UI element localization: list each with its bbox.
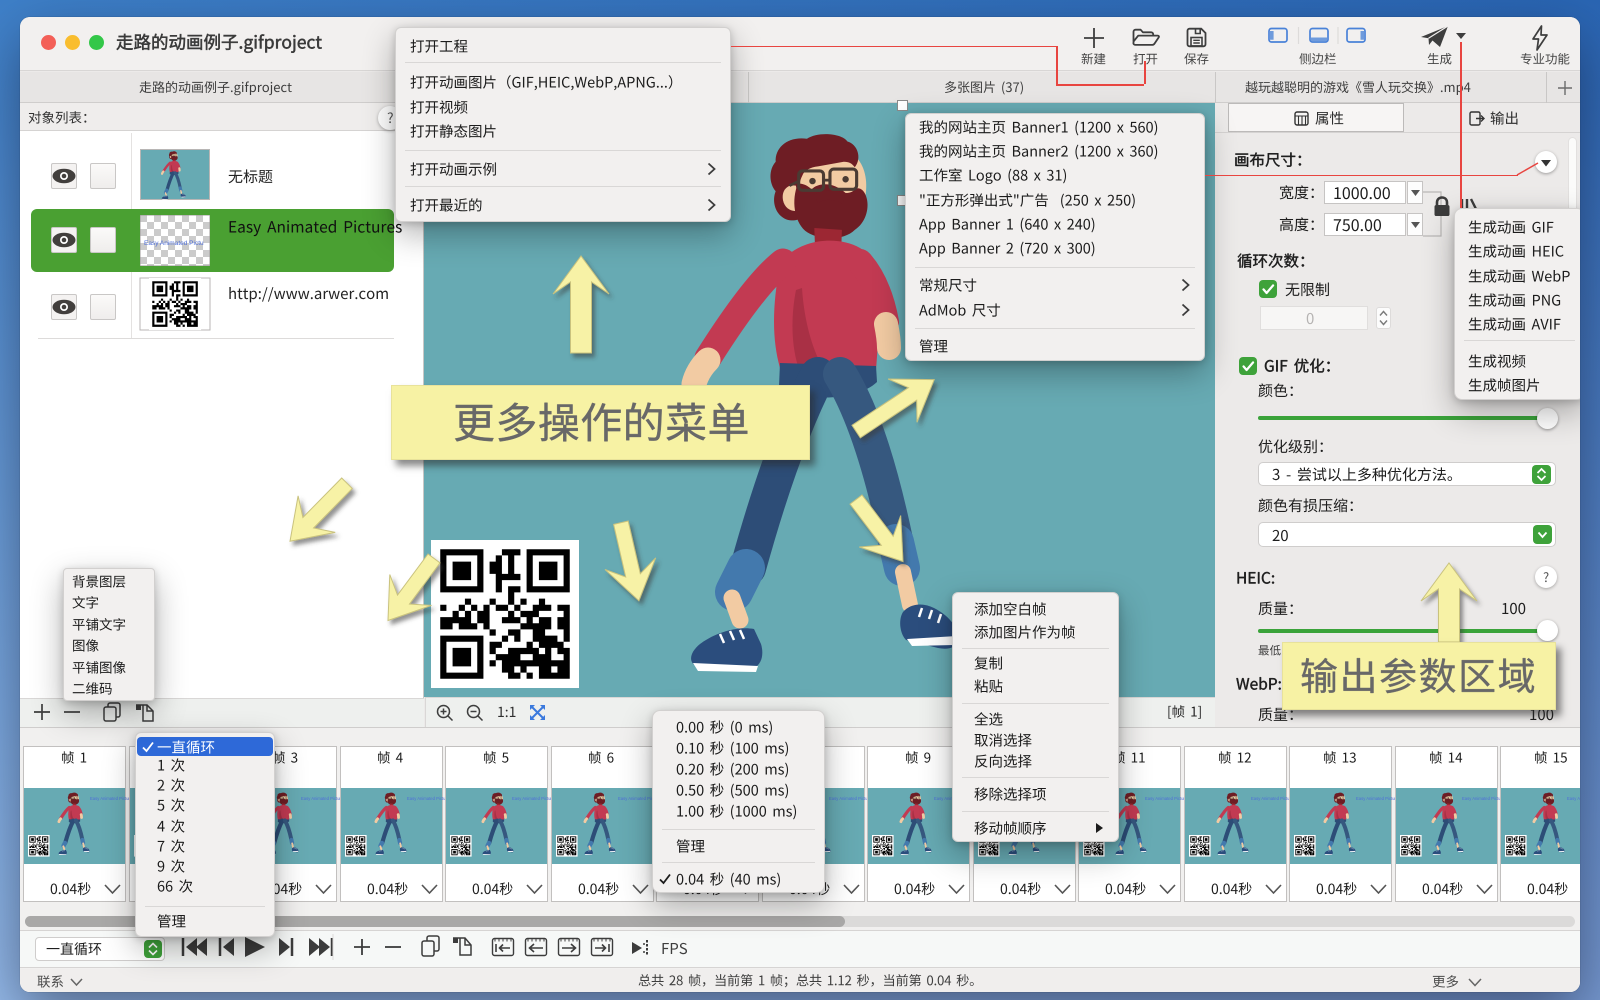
svg-text:Easy Animated Pictures: Easy Animated Pictures <box>1567 796 1580 801</box>
svg-text:Easy Animated Pictu: Easy Animated Pictu <box>144 240 204 247</box>
